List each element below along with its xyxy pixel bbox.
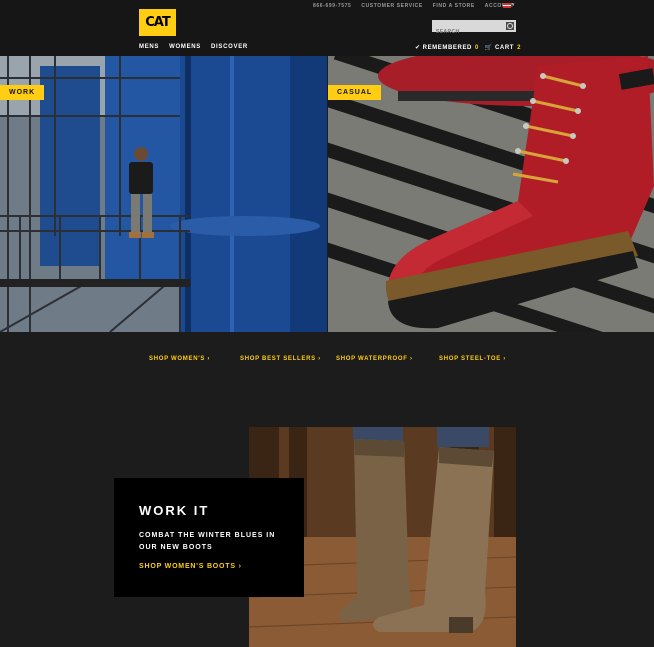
work-scene-image bbox=[0, 56, 327, 332]
nav-mens[interactable]: MENS bbox=[139, 44, 159, 50]
search-input[interactable] bbox=[432, 26, 502, 38]
account-nav: ✔ REMEMBERED 0 🛒 CART 2 bbox=[415, 44, 521, 51]
chevron-right-icon: › bbox=[235, 563, 242, 570]
work-category-tag[interactable]: WORK bbox=[0, 85, 45, 100]
search-icon[interactable] bbox=[506, 22, 514, 30]
phone-link[interactable]: 866-699-7575 bbox=[313, 3, 351, 9]
chevron-right-icon: › bbox=[407, 356, 413, 362]
promo-card: WORK IT COMBAT THE WINTER BLUES IN OUR N… bbox=[114, 478, 304, 597]
remembered-count: 0 bbox=[474, 45, 479, 51]
shop-waterproof-label: SHOP WATERPROOF bbox=[336, 356, 408, 362]
logo-text: CAT bbox=[145, 15, 170, 30]
search-box bbox=[432, 20, 516, 38]
nav-discover[interactable]: DISCOVER bbox=[211, 44, 248, 50]
check-icon: ✔ bbox=[415, 44, 421, 51]
shop-steel-toe-link[interactable]: SHOP STEEL-TOE › bbox=[439, 356, 506, 362]
shop-best-sellers-label: SHOP BEST SELLERS bbox=[240, 356, 316, 362]
shop-womens-label: SHOP WOMEN'S bbox=[149, 356, 206, 362]
work-panel[interactable]: WORK bbox=[0, 56, 327, 332]
chevron-right-icon: › bbox=[500, 356, 507, 362]
find-a-store-link[interactable]: FIND A STORE bbox=[433, 3, 475, 9]
promo-title: WORK IT bbox=[139, 503, 210, 518]
site-header: 866-699-7575 CUSTOMER SERVICE FIND A STO… bbox=[0, 0, 654, 56]
main-nav: MENS WOMENS DISCOVER bbox=[139, 44, 248, 50]
nav-womens[interactable]: WOMENS bbox=[169, 44, 201, 50]
shop-links-bar: SHOP WOMEN'S › SHOP BEST SELLERS › SHOP … bbox=[149, 356, 506, 362]
cart-count: 2 bbox=[517, 45, 522, 51]
cat-logo[interactable]: CAT bbox=[139, 9, 176, 36]
casual-panel[interactable]: CASUAL bbox=[328, 56, 654, 332]
shop-steel-toe-label: SHOP STEEL-TOE bbox=[439, 356, 501, 362]
shop-waterproof-link[interactable]: SHOP WATERPROOF › bbox=[336, 356, 439, 362]
cart-icon: 🛒 bbox=[484, 44, 493, 51]
utility-nav: 866-699-7575 CUSTOMER SERVICE FIND A STO… bbox=[313, 3, 514, 9]
chevron-right-icon: › bbox=[315, 356, 321, 362]
shop-best-sellers-link[interactable]: SHOP BEST SELLERS › bbox=[240, 356, 336, 362]
promo-subtitle: COMBAT THE WINTER BLUES IN OUR NEW BOOTS bbox=[139, 532, 276, 551]
shop-womens-link[interactable]: SHOP WOMEN'S › bbox=[149, 356, 240, 362]
cart-link[interactable]: 🛒 CART 2 bbox=[485, 44, 521, 51]
casual-category-tag[interactable]: CASUAL bbox=[328, 85, 382, 100]
remembered-label: REMEMBERED bbox=[422, 45, 472, 51]
chevron-right-icon: › bbox=[205, 356, 211, 362]
shop-womens-boots-label: SHOP WOMEN'S BOOTS bbox=[139, 563, 236, 570]
shop-womens-boots-link[interactable]: SHOP WOMEN'S BOOTS › bbox=[139, 563, 304, 570]
cart-label: CART bbox=[495, 45, 515, 51]
customer-service-link[interactable]: CUSTOMER SERVICE bbox=[361, 3, 422, 9]
remembered-link[interactable]: ✔ REMEMBERED 0 bbox=[415, 44, 479, 51]
us-flag-icon[interactable] bbox=[503, 3, 511, 8]
chevron-down-icon[interactable]: ▾ bbox=[512, 2, 515, 8]
hero-banner: WORK CASUAL bbox=[0, 56, 654, 332]
